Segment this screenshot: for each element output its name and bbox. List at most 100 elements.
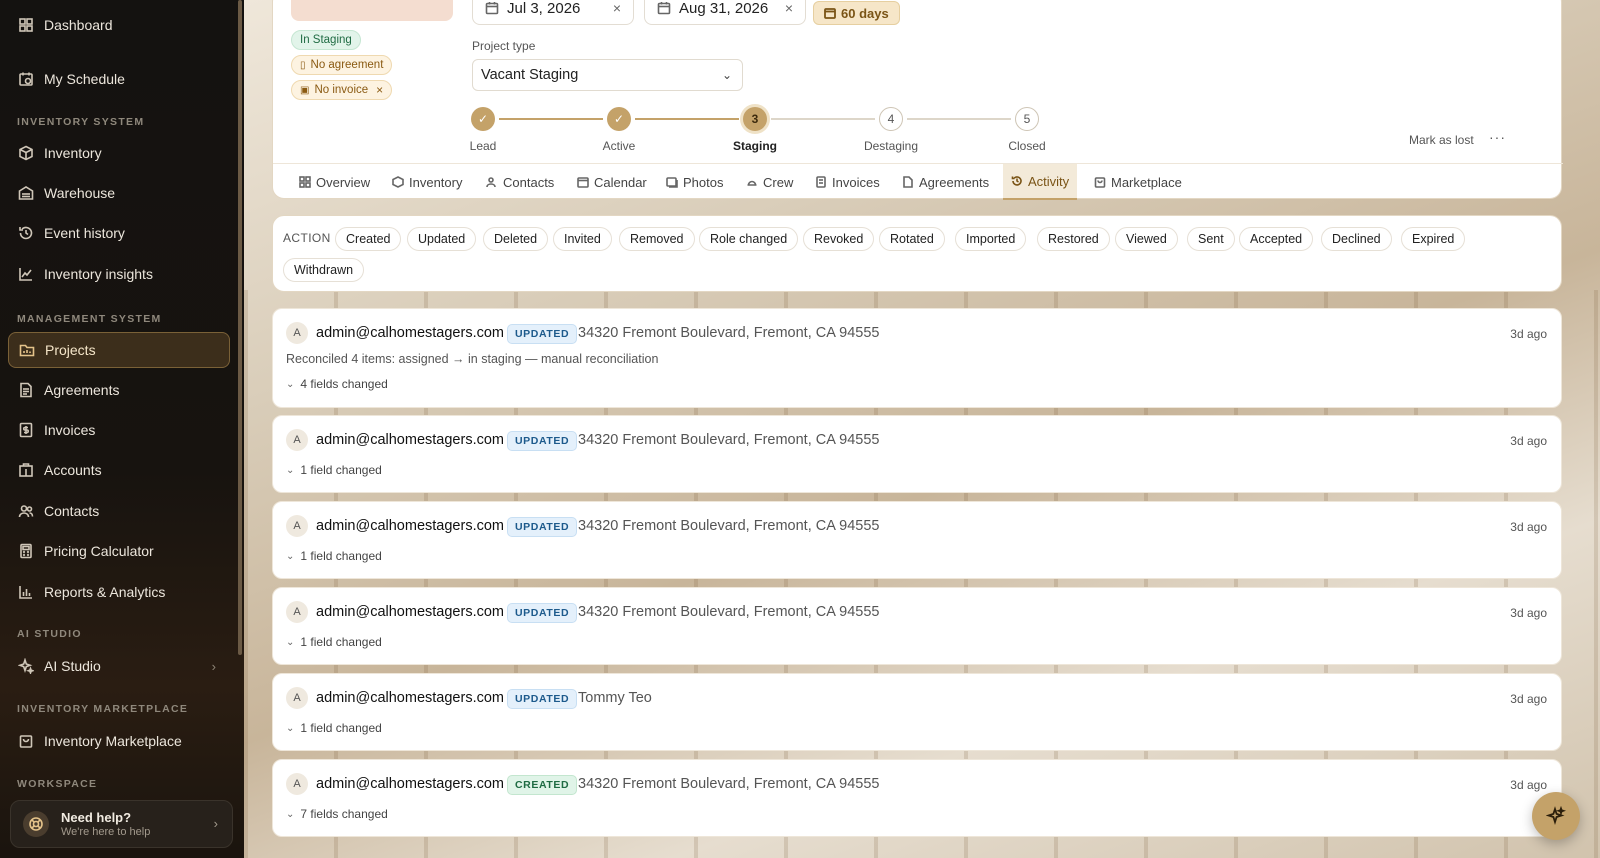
fields-changed-toggle[interactable]: ⌄ 1 field changed: [286, 549, 382, 563]
filter-pill[interactable]: Updated: [407, 227, 477, 251]
tab-label: Agreements: [919, 174, 990, 190]
sidebar-item-accounts[interactable]: Accounts: [8, 452, 230, 488]
dismiss-icon[interactable]: ×: [376, 83, 383, 97]
sidebar-item-label: Warehouse: [44, 185, 116, 201]
stage-staging[interactable]: 3 Staging: [720, 107, 790, 153]
tab-invoices[interactable]: Invoices: [807, 164, 888, 200]
sidebar-item-label: My Schedule: [44, 71, 125, 87]
trend-chart-icon: [18, 266, 34, 282]
agreement-badge[interactable]: ▯ No agreement: [291, 55, 393, 75]
sidebar-item-ai-studio[interactable]: AI Studio ›: [8, 648, 230, 684]
more-options-icon[interactable]: ···: [1489, 129, 1506, 145]
history-icon: [1011, 176, 1022, 186]
filter-pill[interactable]: Viewed: [1115, 227, 1178, 251]
tab-label: Activity: [1028, 173, 1070, 189]
activity-user: admin@calhomestagers.com: [316, 776, 504, 792]
filter-pill[interactable]: Rotated: [879, 227, 945, 251]
filter-pill[interactable]: Sent: [1187, 227, 1235, 251]
filter-pill[interactable]: Deleted: [483, 227, 549, 251]
mark-as-lost-button[interactable]: Mark as lost: [1409, 133, 1474, 147]
activity-item[interactable]: A admin@calhomestagers.com UPDATED Tommy…: [272, 673, 1562, 751]
filter-pill[interactable]: Created: [335, 227, 402, 251]
activity-item[interactable]: A admin@calhomestagers.com UPDATED 34320…: [272, 415, 1562, 493]
sidebar-item-warehouse[interactable]: Warehouse: [8, 175, 230, 211]
stage-number: 3: [743, 107, 767, 131]
action-tag: UPDATED: [507, 431, 578, 451]
filter-pill[interactable]: Invited: [553, 227, 612, 251]
calendar-clock-icon: [18, 71, 34, 87]
sidebar-scrollbar[interactable]: [238, 0, 242, 655]
sidebar-item-pricing-calculator[interactable]: Pricing Calculator: [8, 533, 230, 569]
activity-target[interactable]: 34320 Fremont Boulevard, Fremont, CA 945…: [578, 604, 879, 620]
stage-closed[interactable]: 5 Closed: [992, 107, 1062, 153]
calendar-icon: [657, 1, 671, 15]
filter-pill[interactable]: Withdrawn: [283, 258, 365, 282]
tab-crew[interactable]: Crew: [738, 164, 801, 200]
sidebar-item-agreements[interactable]: Agreements: [8, 372, 230, 408]
start-date-field[interactable]: Jul 3, 2026 ×: [472, 0, 634, 25]
sidebar-item-projects[interactable]: Projects: [8, 332, 230, 368]
help-card[interactable]: Need help? We're here to help ›: [10, 800, 233, 848]
filter-pill[interactable]: Removed: [619, 227, 695, 251]
sidebar-item-inventory[interactable]: Inventory: [8, 135, 230, 171]
activity-target[interactable]: 34320 Fremont Boulevard, Fremont, CA 945…: [578, 776, 879, 792]
project-type-value: Vacant Staging: [481, 67, 579, 83]
calculator-icon: [18, 543, 34, 559]
users-icon: [486, 177, 496, 188]
sidebar-item-reports-analytics[interactable]: Reports & Analytics: [8, 574, 230, 610]
dashboard-icon: [18, 17, 34, 33]
clear-start-date-icon[interactable]: ×: [613, 0, 621, 16]
activity-user: admin@calhomestagers.com: [316, 432, 504, 448]
filter-pill[interactable]: Revoked: [803, 227, 875, 251]
tab-overview[interactable]: Overview: [291, 164, 378, 200]
fields-changed-toggle[interactable]: ⌄ 7 fields changed: [286, 807, 388, 821]
sidebar-item-invoices[interactable]: Invoices: [8, 412, 230, 448]
sidebar-item-contacts[interactable]: Contacts: [8, 493, 230, 529]
project-type-select[interactable]: Vacant Staging ⌄: [472, 59, 743, 91]
activity-item[interactable]: A admin@calhomestagers.com UPDATED 34320…: [272, 587, 1562, 665]
calendar-icon: [577, 177, 589, 188]
invoice-dollar-icon: [18, 422, 34, 438]
activity-target[interactable]: 34320 Fremont Boulevard, Fremont, CA 945…: [578, 325, 879, 341]
activity-item[interactable]: A admin@calhomestagers.com UPDATED 34320…: [272, 501, 1562, 579]
tab-photos[interactable]: Photos: [658, 164, 731, 200]
end-date-field[interactable]: Aug 31, 2026 ×: [644, 0, 806, 25]
stage-active[interactable]: ✓ Active: [584, 107, 654, 153]
filter-pill[interactable]: Restored: [1037, 227, 1110, 251]
tab-inventory[interactable]: Inventory: [384, 164, 470, 200]
filter-pill[interactable]: Expired: [1401, 227, 1466, 251]
folder-chart-icon: [19, 342, 35, 358]
tab-calendar[interactable]: Calendar: [569, 164, 655, 200]
tab-label: Marketplace: [1111, 174, 1182, 190]
tab-label: Invoices: [832, 174, 880, 190]
filter-pill[interactable]: Accepted: [1239, 227, 1314, 251]
stage-destaging[interactable]: 4 Destaging: [856, 107, 926, 153]
filter-pill[interactable]: Role changed: [699, 227, 799, 251]
tab-agreements[interactable]: Agreements: [894, 164, 997, 200]
fields-changed-toggle[interactable]: ⌄ 4 fields changed: [286, 377, 388, 391]
tab-marketplace[interactable]: Marketplace: [1086, 164, 1190, 200]
fields-changed-toggle[interactable]: ⌄ 1 field changed: [286, 635, 382, 649]
tab-activity[interactable]: Activity: [1003, 164, 1078, 200]
tab-contacts[interactable]: Contacts: [478, 164, 562, 200]
chevron-right-icon: ›: [211, 658, 216, 674]
activity-target[interactable]: 34320 Fremont Boulevard, Fremont, CA 945…: [578, 432, 879, 448]
sidebar-item-inventory-marketplace[interactable]: Inventory Marketplace: [8, 723, 230, 759]
activity-target[interactable]: Tommy Teo: [578, 690, 652, 706]
clear-end-date-icon[interactable]: ×: [785, 0, 793, 16]
fields-changed-toggle[interactable]: ⌄ 1 field changed: [286, 463, 382, 477]
sidebar-item-inventory-insights[interactable]: Inventory insights: [8, 256, 230, 292]
sidebar-item-dashboard[interactable]: Dashboard: [8, 7, 230, 43]
fields-changed-toggle[interactable]: ⌄ 1 field changed: [286, 721, 382, 735]
activity-target[interactable]: 34320 Fremont Boulevard, Fremont, CA 945…: [578, 518, 879, 534]
sidebar-item-event-history[interactable]: Event history: [8, 215, 230, 251]
ai-assistant-button[interactable]: [1532, 792, 1580, 840]
filter-pill[interactable]: Declined: [1321, 227, 1392, 251]
activity-item[interactable]: A admin@calhomestagers.com UPDATED 34320…: [272, 308, 1562, 408]
stage-lead[interactable]: ✓ Lead: [448, 107, 518, 153]
filter-pill[interactable]: Imported: [955, 227, 1027, 251]
activity-item[interactable]: A admin@calhomestagers.com CREATED 34320…: [272, 759, 1562, 837]
invoice-badge[interactable]: ▣ No invoice ×: [291, 80, 393, 100]
sidebar-item-my-schedule[interactable]: My Schedule: [8, 61, 230, 97]
document-icon: ▯: [300, 59, 306, 71]
